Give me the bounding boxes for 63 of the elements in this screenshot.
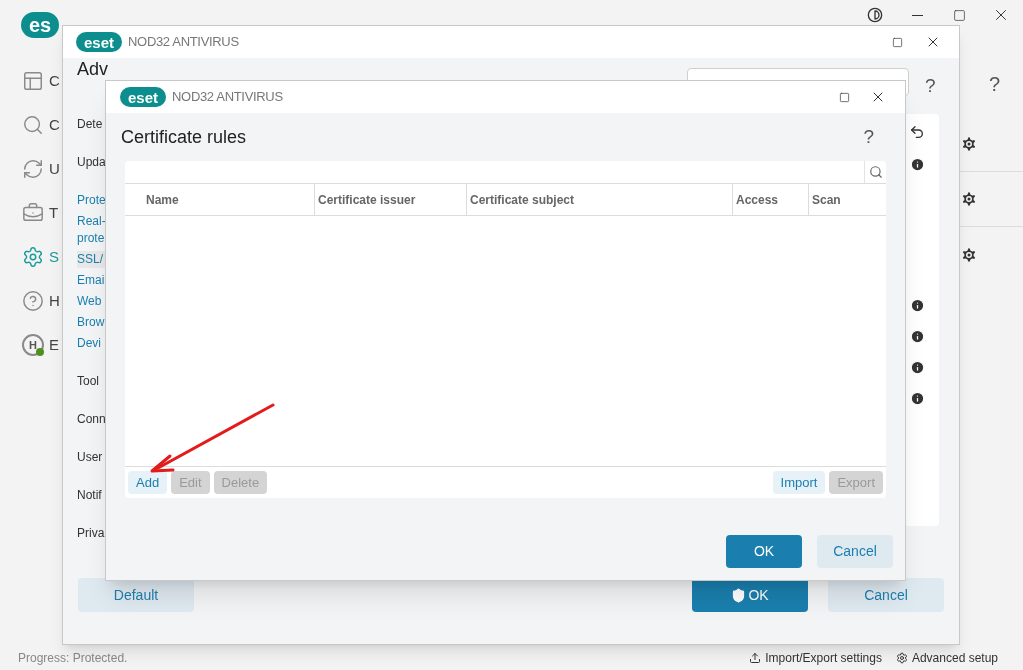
toolbar-button[interactable]: Add: [128, 471, 168, 494]
maximize-icon: [838, 91, 850, 103]
action-button[interactable]: Cancel: [817, 535, 893, 568]
toolbar-button[interactable]: Import: [772, 471, 826, 494]
nav-item[interactable]: SSL/: [77, 251, 105, 268]
sidebar-item[interactable]: U: [49, 160, 60, 178]
nav-item[interactable]: Notif: [77, 487, 105, 504]
nav-item[interactable]: Prote: [77, 192, 105, 209]
sidebar-item[interactable]: C: [49, 116, 60, 134]
nav-item[interactable]: Tool: [77, 373, 105, 390]
nav-item[interactable]: Upda: [77, 154, 105, 171]
settings-icon[interactable]: [960, 135, 978, 153]
action-button[interactable]: Cancel: [828, 578, 944, 612]
status-text: Progress: Protected.: [18, 650, 128, 667]
maximize-icon: [952, 8, 966, 22]
window-title: Adv: [77, 59, 109, 79]
sidebar-item[interactable]: H: [49, 292, 60, 310]
info-icon[interactable]: [910, 391, 925, 406]
eset-logo: eset: [120, 87, 167, 107]
ok-button[interactable]: OK: [726, 535, 802, 568]
nav-item[interactable]: Conn: [77, 411, 105, 428]
help-icon[interactable]: ?: [863, 122, 874, 152]
eset-logo: es: [21, 12, 60, 38]
nav-item[interactable]: Real- prote: [77, 213, 105, 247]
maximize-icon: [891, 36, 903, 48]
footer-link[interactable]: Advanced setup: [911, 649, 998, 667]
info-icon[interactable]: [910, 329, 925, 344]
column-header[interactable]: Name: [125, 190, 179, 209]
settings-icon[interactable]: [960, 190, 978, 208]
nav-item[interactable]: Brow: [77, 314, 105, 331]
column-header[interactable]: Scan: [809, 190, 841, 209]
sidebar-item[interactable]: C: [49, 72, 60, 90]
nav-item[interactable]: Web: [77, 293, 105, 310]
info-icon[interactable]: [910, 360, 925, 375]
minimize-icon: [911, 14, 923, 16]
info-icon[interactable]: [910, 157, 925, 172]
undo-icon[interactable]: [909, 124, 925, 140]
sidebar-item[interactable]: E: [49, 336, 59, 354]
column-header[interactable]: Certificate issuer: [315, 190, 416, 209]
sidebar-item[interactable]: T: [49, 204, 59, 222]
nav-item[interactable]: User: [77, 449, 105, 466]
nav-item[interactable]: Dete: [77, 116, 105, 133]
action-button[interactable]: Default: [78, 578, 194, 612]
nav-item[interactable]: Devi: [77, 335, 105, 352]
help-icon[interactable]: ?: [989, 69, 1001, 99]
import-export-icon: [749, 652, 762, 664]
product-name: NOD32 ANTIVIRUS: [128, 33, 239, 52]
eset-logo: eset: [76, 32, 123, 52]
search-icon: [868, 165, 883, 179]
contrast-icon: [867, 7, 883, 23]
settings-icon: [895, 652, 908, 664]
footer-link[interactable]: Import/Export settings: [765, 649, 882, 667]
dialog-title: Certificate rules: [121, 125, 247, 149]
column-header[interactable]: Access: [733, 190, 779, 209]
info-icon[interactable]: [910, 298, 925, 313]
settings-icon[interactable]: [960, 245, 978, 264]
account-icon: H: [22, 334, 44, 356]
product-name: NOD32 ANTIVIRUS: [172, 88, 283, 107]
help-icon[interactable]: ?: [925, 72, 936, 101]
column-header[interactable]: Certificate subject: [467, 190, 575, 209]
nav-item[interactable]: Emai: [77, 272, 105, 289]
sidebar-item[interactable]: S: [49, 248, 59, 266]
nav-item[interactable]: Priva: [77, 525, 105, 542]
